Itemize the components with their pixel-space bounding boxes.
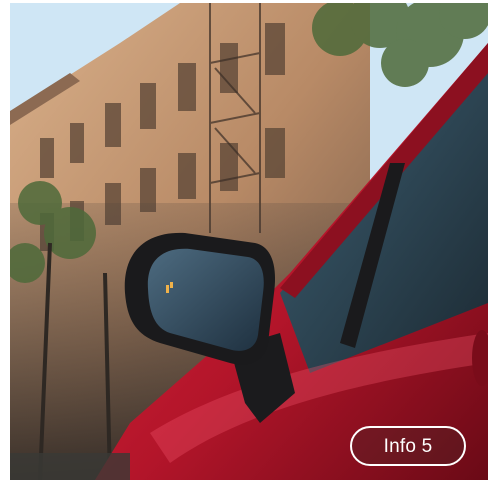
info-button[interactable]: Info 5 [350, 426, 466, 466]
gallery-frame: Info 5 [10, 3, 488, 480]
car-photo [10, 3, 488, 480]
